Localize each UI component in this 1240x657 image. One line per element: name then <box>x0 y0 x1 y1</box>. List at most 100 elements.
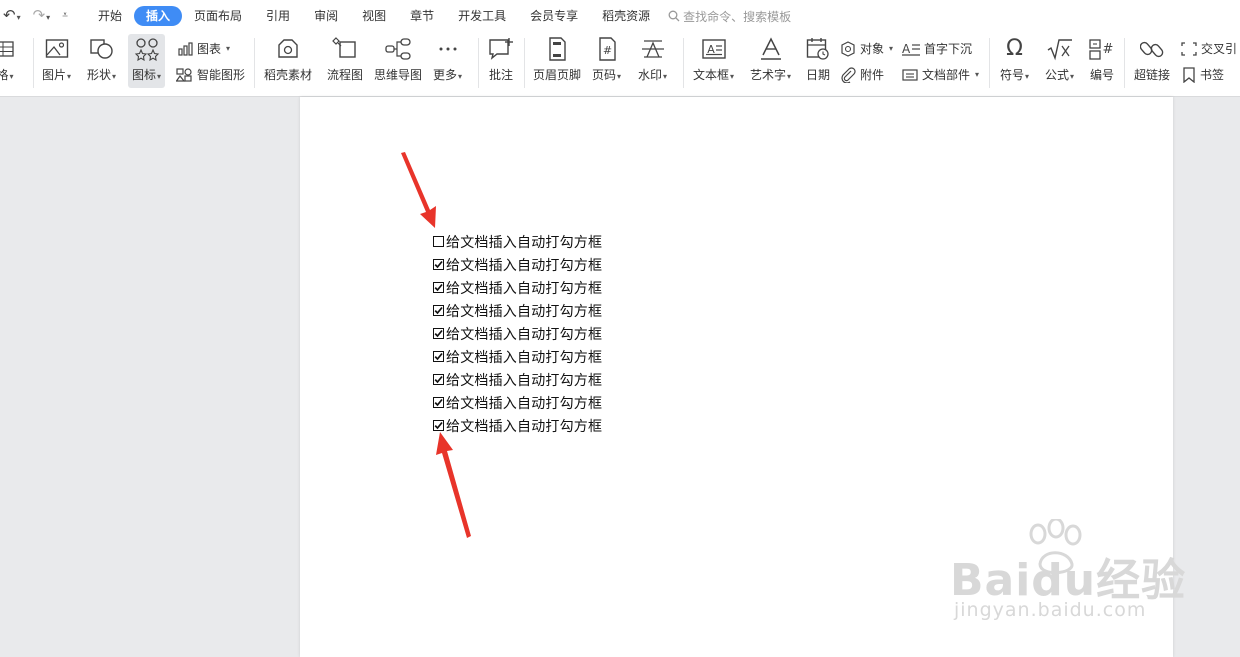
insert-ribbon: 格▾ 图片▾ 形状▾ 图标▾ 图表 ▾ 智能图形 稻壳素材 流程图 思维导图 更… <box>0 30 1240 96</box>
icon-library-button[interactable]: 图标▾ <box>128 34 166 88</box>
ribbon-divider <box>254 38 255 88</box>
shape-button[interactable]: 形状▾ <box>87 36 116 84</box>
symbol-button[interactable]: Ω 符号▾ <box>1000 36 1029 84</box>
checked-checkbox-icon[interactable] <box>433 282 444 293</box>
checkbox-line: 给文档插入自动打勾方框 <box>433 368 602 391</box>
tab-daoke-resources[interactable]: 稻壳资源 <box>590 6 662 26</box>
doc-parts-icon <box>902 68 918 81</box>
cross-reference-button[interactable]: 交叉引 <box>1181 40 1237 57</box>
checkbox-line-text: 给文档插入自动打勾方框 <box>446 234 603 251</box>
cross-reference-icon <box>1181 41 1197 56</box>
drop-cap-icon: A <box>902 42 920 56</box>
comment-button[interactable]: 批注 <box>488 36 514 82</box>
watermark-button[interactable]: 水印▾ <box>638 36 667 84</box>
checked-checkbox-icon[interactable] <box>433 259 444 270</box>
numbering-button[interactable]: # 编号 <box>1089 36 1115 82</box>
tab-references[interactable]: 引用 <box>254 6 302 26</box>
tab-review[interactable]: 审阅 <box>302 6 350 26</box>
more-icon <box>439 47 457 51</box>
header-footer-label: 页眉页脚 <box>533 68 582 82</box>
undo-icon[interactable]: ↶▾ <box>3 6 21 27</box>
material-icon <box>278 39 298 58</box>
textbox-label: 文本框 <box>693 68 730 82</box>
doc-parts-button[interactable]: 文档部件 ▾ <box>902 66 979 83</box>
attachment-label: 附件 <box>860 68 885 82</box>
textbox-button[interactable]: A 文本框▾ <box>693 36 734 84</box>
symbol-label: 符号 <box>1000 68 1025 82</box>
checkbox-line: 给文档插入自动打勾方框 <box>433 299 602 322</box>
date-button[interactable]: 日期 <box>806 36 830 82</box>
tab-home[interactable]: 开始 <box>86 6 134 26</box>
command-search[interactable]: 查找命令、搜索模板 <box>668 8 791 25</box>
more-button[interactable]: 更多▾ <box>433 36 462 84</box>
picture-button[interactable]: 图片▾ <box>42 36 71 84</box>
search-placeholder: 查找命令、搜索模板 <box>683 9 792 24</box>
formula-icon <box>1047 39 1072 61</box>
checked-checkbox-icon[interactable] <box>433 305 444 316</box>
redo-icon[interactable]: ↷▾ <box>33 6 51 27</box>
mindmap-button[interactable]: 思维导图 <box>374 36 422 82</box>
chart-button[interactable]: 图表 ▾ <box>178 40 230 57</box>
chart-label: 图表 <box>197 42 222 56</box>
table-label: 格 <box>0 68 9 82</box>
checkbox-line-text: 给文档插入自动打勾方框 <box>446 349 603 366</box>
customize-icon[interactable]: ⩡ <box>62 7 68 25</box>
header-footer-icon <box>549 37 566 61</box>
shape-label: 形状 <box>87 68 112 82</box>
checkbox-list: 给文档插入自动打勾方框 给文档插入自动打勾方框 给文档插入自动打勾方框 给文档插… <box>433 230 602 437</box>
checked-checkbox-icon[interactable] <box>433 420 444 431</box>
daoke-material-label: 稻壳素材 <box>264 68 313 82</box>
baidu-jingyan-watermark: Baidu经验 jingyan.baidu.com <box>950 519 1186 621</box>
numbering-icon: # <box>1089 39 1113 60</box>
flowchart-button[interactable]: 流程图 <box>327 36 363 82</box>
wordart-button[interactable]: 艺术字▾ <box>750 36 791 84</box>
object-label: 对象 <box>860 42 885 56</box>
checkbox-line-text: 给文档插入自动打勾方框 <box>446 372 603 389</box>
drop-cap-button[interactable]: A 首字下沉 <box>902 40 972 57</box>
textbox-icon: A <box>701 39 726 59</box>
hyperlink-label: 超链接 <box>1134 68 1171 82</box>
tab-view[interactable]: 视图 <box>350 6 398 26</box>
wordart-icon <box>760 37 781 60</box>
hyperlink-button[interactable]: 超链接 <box>1134 36 1170 82</box>
tab-insert[interactable]: 插入 <box>134 6 183 26</box>
object-button[interactable]: 对象 ▾ <box>840 40 893 57</box>
table-icon <box>0 41 14 57</box>
page-number-icon: # <box>598 37 616 61</box>
tab-page-layout[interactable]: 页面布局 <box>182 6 254 26</box>
checkbox-line: 给文档插入自动打勾方框 <box>433 253 602 276</box>
empty-checkbox-icon[interactable] <box>433 236 444 247</box>
table-button[interactable]: 格▾ <box>0 36 14 84</box>
tab-section[interactable]: 章节 <box>398 6 446 26</box>
checked-checkbox-icon[interactable] <box>433 351 444 362</box>
ribbon-divider <box>1124 38 1125 88</box>
checked-checkbox-icon[interactable] <box>433 397 444 408</box>
wordart-label: 艺术字 <box>750 68 787 82</box>
mindmap-icon <box>385 38 411 60</box>
drop-cap-label: 首字下沉 <box>924 42 973 56</box>
annotation-arrow-bottom <box>436 432 471 538</box>
attachment-button[interactable]: 附件 <box>840 66 884 83</box>
bookmark-label: 书签 <box>1200 68 1225 82</box>
checked-checkbox-icon[interactable] <box>433 328 444 339</box>
tab-member[interactable]: 会员专享 <box>518 6 590 26</box>
watermark-label: 水印 <box>638 68 663 82</box>
ribbon-divider <box>33 38 34 88</box>
checkbox-line: 给文档插入自动打勾方框 <box>433 230 602 253</box>
calendar-icon <box>806 38 829 60</box>
mindmap-label: 思维导图 <box>374 68 423 82</box>
bookmark-button[interactable]: 书签 <box>1182 66 1224 83</box>
flowchart-icon <box>332 37 356 58</box>
checked-checkbox-icon[interactable] <box>433 374 444 385</box>
watermark-url: jingyan.baidu.com <box>954 599 1147 621</box>
header-footer-button[interactable]: 页眉页脚 <box>533 36 581 82</box>
ribbon-divider <box>524 38 525 88</box>
smart-art-button[interactable]: 智能图形 <box>176 66 245 83</box>
page-number-button[interactable]: # 页码▾ <box>592 36 621 84</box>
tab-developer[interactable]: 开发工具 <box>446 6 518 26</box>
formula-button[interactable]: 公式▾ <box>1045 36 1074 84</box>
daoke-material-button[interactable]: 稻壳素材 <box>264 36 312 82</box>
page-number-label: 页码 <box>592 68 617 82</box>
cross-reference-label: 交叉引 <box>1201 42 1238 56</box>
watermark-icon <box>641 40 664 58</box>
